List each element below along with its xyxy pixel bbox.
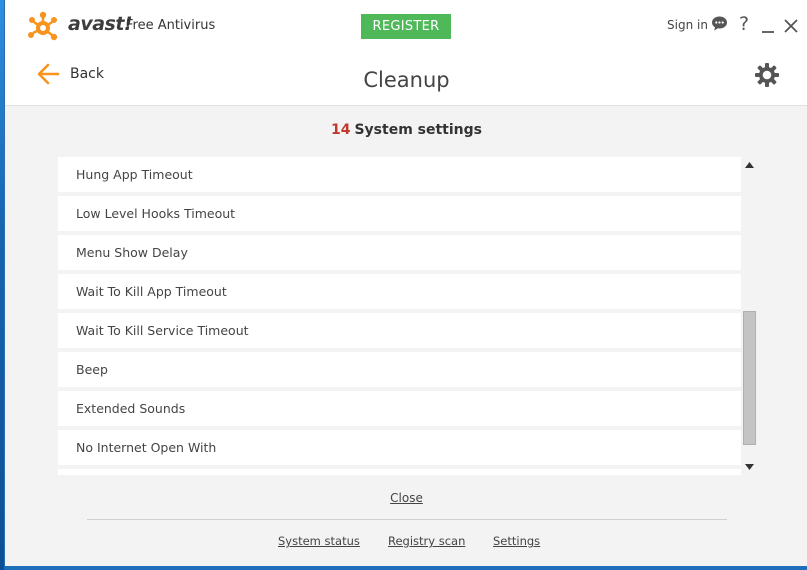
- list-item[interactable]: Low Level Hooks Timeout: [58, 196, 741, 231]
- list-scrollbar[interactable]: [742, 157, 757, 475]
- item-count: 14: [330, 122, 351, 138]
- avast-window: avast! Free Antivirus REGISTER Sign in ?: [4, 0, 807, 566]
- list-item-partial[interactable]: [58, 469, 741, 475]
- list-item[interactable]: No Internet Open With: [58, 430, 741, 465]
- product-name: Free Antivirus: [126, 18, 216, 33]
- page-title: Cleanup: [363, 68, 450, 92]
- section-heading: 14 System settings: [5, 122, 807, 138]
- list-item[interactable]: Menu Show Delay: [58, 235, 741, 270]
- brand-text: avast!: [68, 13, 133, 35]
- chat-bubble-icon[interactable]: [711, 15, 728, 32]
- close-link[interactable]: Close: [5, 491, 807, 505]
- scroll-up-icon[interactable]: [742, 159, 757, 171]
- list-item[interactable]: Hung App Timeout: [58, 157, 741, 192]
- title-bar: avast! Free Antivirus REGISTER Sign in ?: [5, 0, 807, 52]
- avast-logo-icon: [28, 11, 58, 41]
- help-icon[interactable]: ?: [737, 14, 751, 34]
- list-item[interactable]: Wait To Kill Service Timeout: [58, 313, 741, 348]
- scroll-down-icon[interactable]: [742, 461, 757, 473]
- section-label: System settings: [354, 122, 482, 138]
- list-item[interactable]: Wait To Kill App Timeout: [58, 274, 741, 309]
- close-icon[interactable]: [783, 17, 799, 35]
- page-header: Back Cleanup: [5, 52, 807, 106]
- settings-list: Hung App Timeout Low Level Hooks Timeout…: [58, 157, 741, 475]
- avast-logo: avast!: [27, 11, 133, 43]
- list-item[interactable]: Extended Sounds: [58, 391, 741, 426]
- minimize-icon[interactable]: [760, 15, 776, 35]
- sign-in-link[interactable]: Sign in: [667, 18, 708, 32]
- registry-scan-link[interactable]: Registry scan: [388, 534, 465, 548]
- list-item[interactable]: Beep: [58, 352, 741, 387]
- footer-divider: [87, 519, 727, 520]
- system-status-link[interactable]: System status: [278, 534, 360, 548]
- settings-link[interactable]: Settings: [493, 534, 540, 548]
- gear-icon[interactable]: [754, 62, 780, 88]
- scroll-thumb[interactable]: [743, 311, 756, 445]
- register-button[interactable]: REGISTER: [361, 14, 451, 39]
